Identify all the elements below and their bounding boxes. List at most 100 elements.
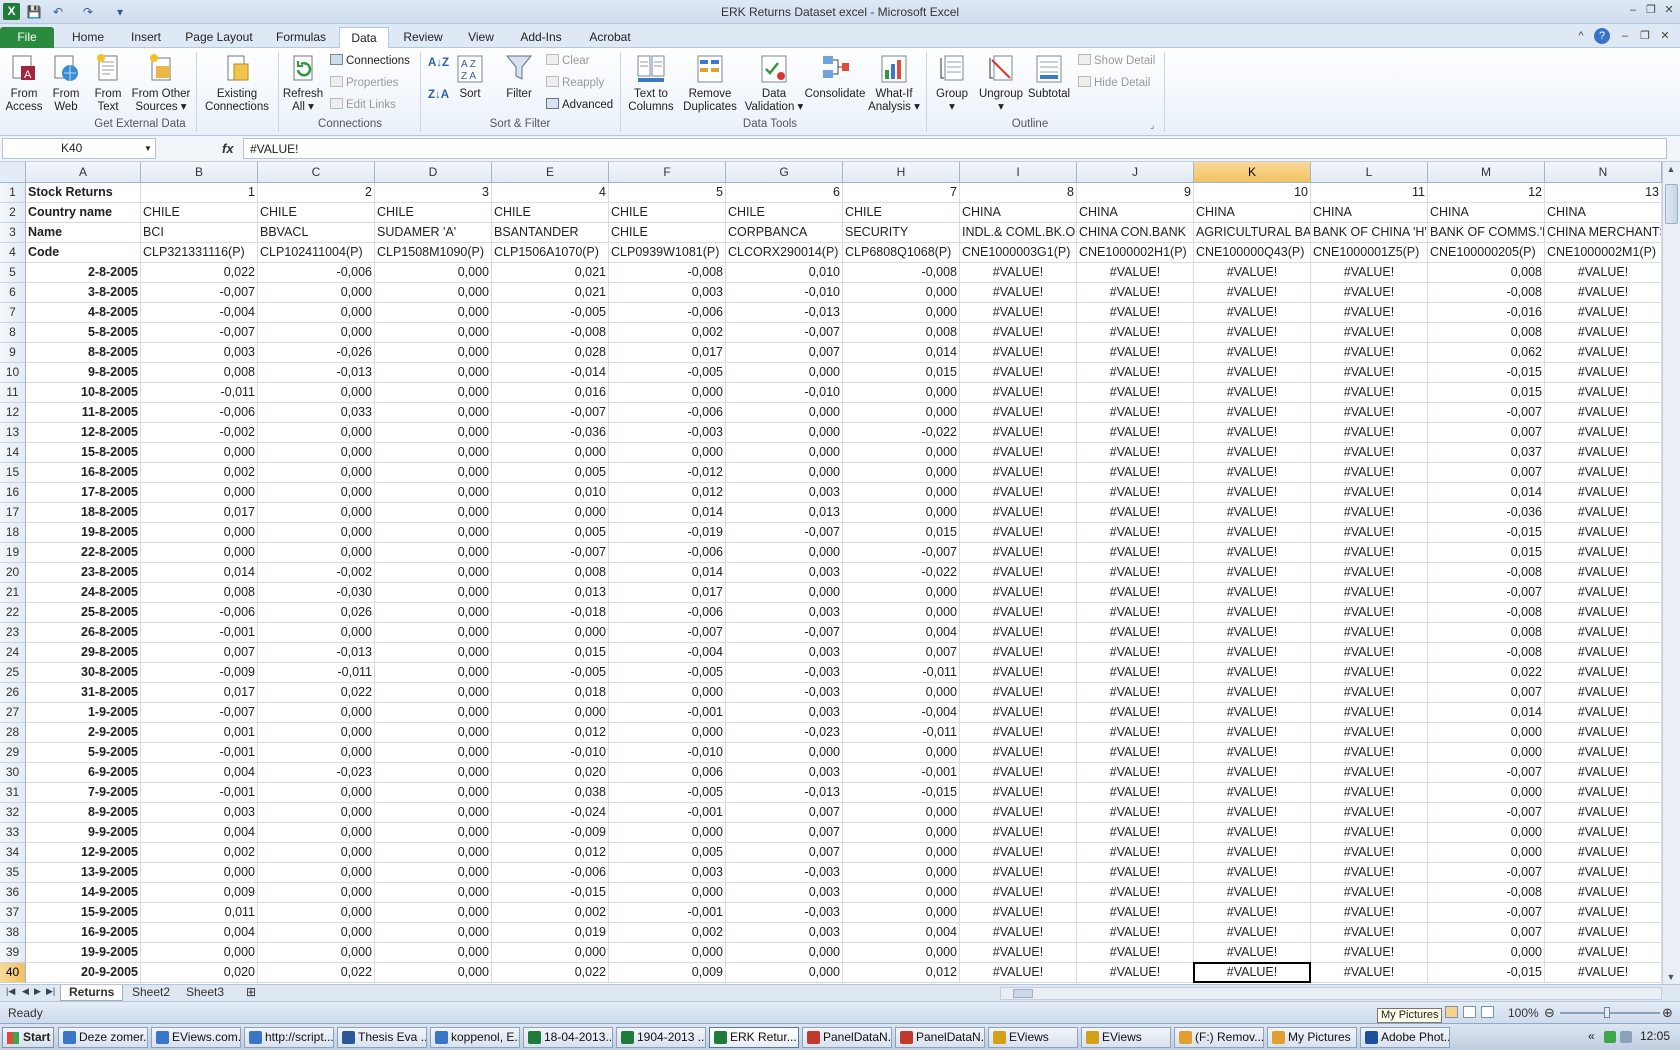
cell-k28[interactable]: #VALUE! [1194,723,1311,743]
cell-l21[interactable]: #VALUE! [1311,583,1428,603]
cell-l30[interactable]: #VALUE! [1311,763,1428,783]
cell-h19[interactable]: -0,007 [843,543,960,563]
row-header-34[interactable]: 34 [0,843,26,863]
cell-m38[interactable]: 0,007 [1428,923,1545,943]
cell-b32[interactable]: 0,003 [141,803,258,823]
sheet-tab-sheet2[interactable]: Sheet2 [124,985,178,1001]
cell-c12[interactable]: 0,033 [258,403,375,423]
cell-b5[interactable]: 0,022 [141,263,258,283]
cell-b15[interactable]: 0,002 [141,463,258,483]
advanced-filter-button[interactable]: Advanced [546,98,613,112]
cell-f32[interactable]: -0,001 [609,803,726,823]
from-web-button[interactable]: From Web [46,52,86,114]
cell-e29[interactable]: -0,010 [492,743,609,763]
cell-l8[interactable]: #VALUE! [1311,323,1428,343]
cell-d26[interactable]: 0,000 [375,683,492,703]
cell-c1[interactable]: 2 [258,183,375,203]
cell-j36[interactable]: #VALUE! [1077,883,1194,903]
cell-n22[interactable]: #VALUE! [1545,603,1662,623]
cell-l29[interactable]: #VALUE! [1311,743,1428,763]
cell-k9[interactable]: #VALUE! [1194,343,1311,363]
cell-c8[interactable]: 0,000 [258,323,375,343]
cell-m35[interactable]: -0,007 [1428,863,1545,883]
cell-i33[interactable]: #VALUE! [960,823,1077,843]
cell-d1[interactable]: 3 [375,183,492,203]
cell-g38[interactable]: 0,003 [726,923,843,943]
cell-b16[interactable]: 0,000 [141,483,258,503]
cell-a19[interactable]: 22-8-2005 [26,543,141,563]
cell-j21[interactable]: #VALUE! [1077,583,1194,603]
cell-n17[interactable]: #VALUE! [1545,503,1662,523]
cell-b24[interactable]: 0,007 [141,643,258,663]
start-button[interactable]: Start [2,1027,54,1048]
row-header-26[interactable]: 26 [0,683,26,703]
cell-n37[interactable]: #VALUE! [1545,903,1662,923]
cell-l28[interactable]: #VALUE! [1311,723,1428,743]
cell-d18[interactable]: 0,000 [375,523,492,543]
cell-n30[interactable]: #VALUE! [1545,763,1662,783]
cell-n2[interactable]: CHINA [1545,203,1662,223]
page-layout-view-icon[interactable] [1463,1006,1476,1018]
cell-f37[interactable]: -0,001 [609,903,726,923]
cell-i17[interactable]: #VALUE! [960,503,1077,523]
workbook-restore-button[interactable]: ❐ [1636,28,1654,44]
cell-l1[interactable]: 11 [1311,183,1428,203]
cell-l17[interactable]: #VALUE! [1311,503,1428,523]
cell-f7[interactable]: -0,006 [609,303,726,323]
cell-e19[interactable]: -0,007 [492,543,609,563]
cell-h13[interactable]: -0,022 [843,423,960,443]
cell-a24[interactable]: 29-8-2005 [26,643,141,663]
cell-a8[interactable]: 5-8-2005 [26,323,141,343]
cell-f15[interactable]: -0,012 [609,463,726,483]
cell-d10[interactable]: 0,000 [375,363,492,383]
cell-d22[interactable]: 0,000 [375,603,492,623]
cell-h15[interactable]: 0,000 [843,463,960,483]
cell-h38[interactable]: 0,004 [843,923,960,943]
cell-m6[interactable]: -0,008 [1428,283,1545,303]
cell-e21[interactable]: 0,013 [492,583,609,603]
cell-k20[interactable]: #VALUE! [1194,563,1311,583]
from-text-button[interactable]: From Text [88,52,128,114]
cell-k37[interactable]: #VALUE! [1194,903,1311,923]
row-header-15[interactable]: 15 [0,463,26,483]
cell-c11[interactable]: 0,000 [258,383,375,403]
cell-l6[interactable]: #VALUE! [1311,283,1428,303]
cell-n8[interactable]: #VALUE! [1545,323,1662,343]
cell-i26[interactable]: #VALUE! [960,683,1077,703]
cell-c16[interactable]: 0,000 [258,483,375,503]
cell-c38[interactable]: 0,000 [258,923,375,943]
column-header-n[interactable]: N [1545,162,1662,183]
cell-j15[interactable]: #VALUE! [1077,463,1194,483]
cell-f28[interactable]: 0,000 [609,723,726,743]
cell-i14[interactable]: #VALUE! [960,443,1077,463]
cell-d24[interactable]: 0,000 [375,643,492,663]
row-header-24[interactable]: 24 [0,643,26,663]
cell-e14[interactable]: 0,000 [492,443,609,463]
cell-a22[interactable]: 25-8-2005 [26,603,141,623]
cell-j19[interactable]: #VALUE! [1077,543,1194,563]
cell-b34[interactable]: 0,002 [141,843,258,863]
cell-n7[interactable]: #VALUE! [1545,303,1662,323]
cell-k36[interactable]: #VALUE! [1194,883,1311,903]
row-header-1[interactable]: 1 [0,183,26,203]
row-header-29[interactable]: 29 [0,743,26,763]
cell-c13[interactable]: 0,000 [258,423,375,443]
cell-e24[interactable]: 0,015 [492,643,609,663]
cell-h10[interactable]: 0,015 [843,363,960,383]
cell-a2[interactable]: Country name [26,203,141,223]
cell-l3[interactable]: BANK OF CHINA 'H' [1311,223,1428,243]
cell-m37[interactable]: -0,007 [1428,903,1545,923]
cell-b2[interactable]: CHILE [141,203,258,223]
cell-d20[interactable]: 0,000 [375,563,492,583]
cell-k32[interactable]: #VALUE! [1194,803,1311,823]
cell-f29[interactable]: -0,010 [609,743,726,763]
cell-n10[interactable]: #VALUE! [1545,363,1662,383]
cell-e1[interactable]: 4 [492,183,609,203]
row-header-4[interactable]: 4 [0,243,26,263]
cell-n4[interactable]: CNE1000002M1(P) [1545,243,1662,263]
horizontal-scrollbar[interactable] [1000,987,1662,1000]
cell-c29[interactable]: 0,000 [258,743,375,763]
cell-c36[interactable]: 0,000 [258,883,375,903]
cell-j37[interactable]: #VALUE! [1077,903,1194,923]
cell-e28[interactable]: 0,012 [492,723,609,743]
